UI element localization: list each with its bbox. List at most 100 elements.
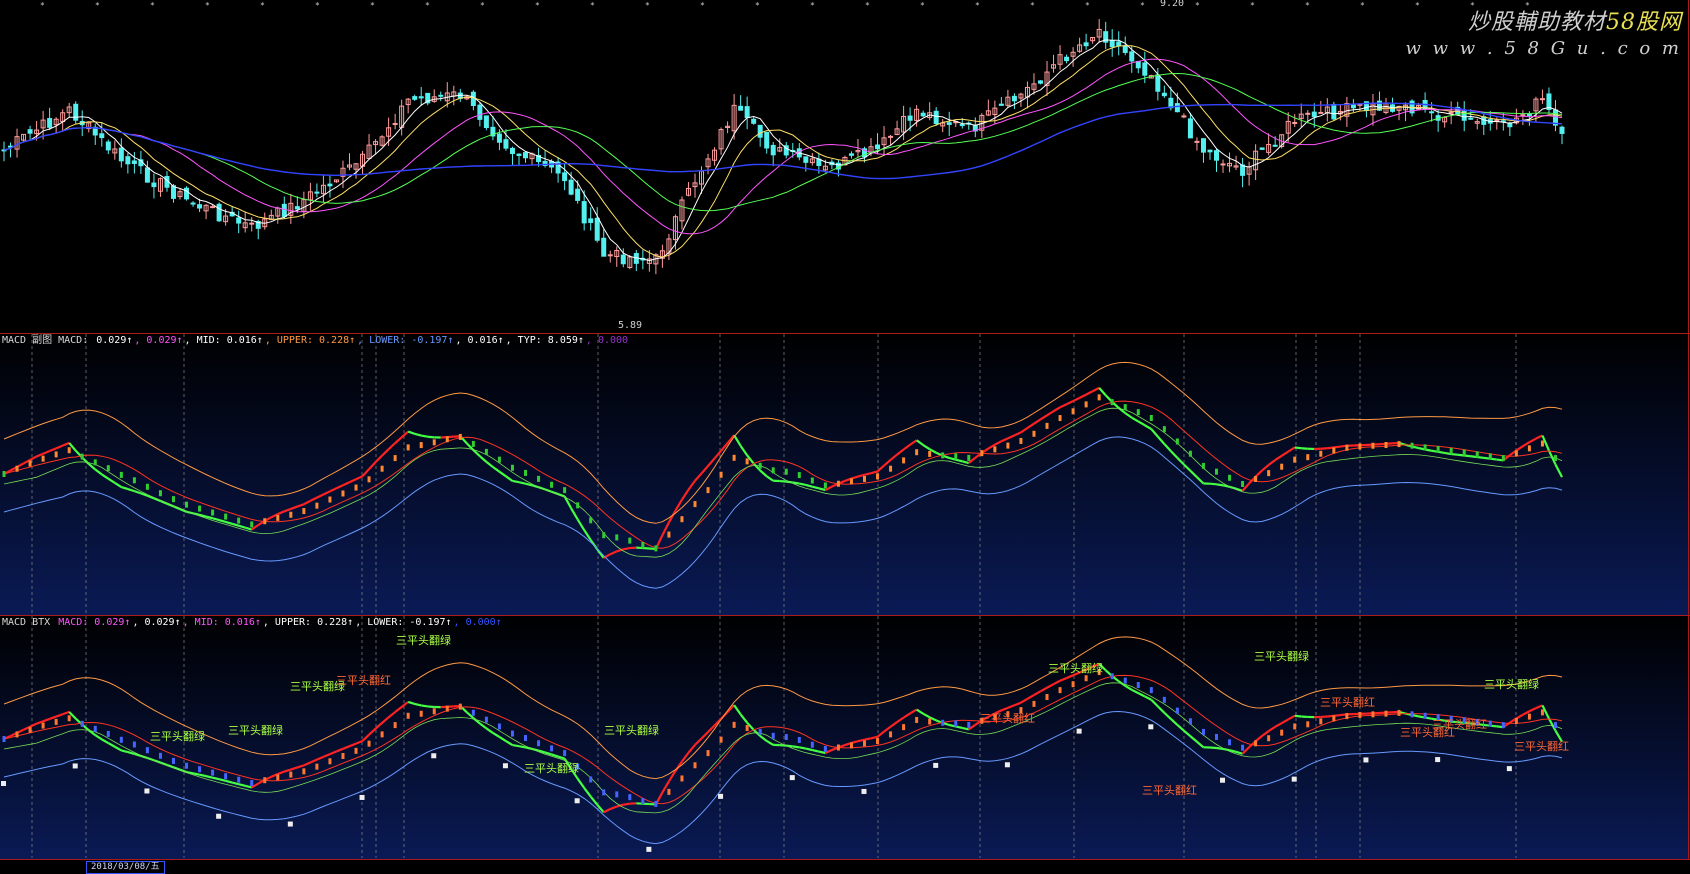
indicator-bar [289,772,292,778]
indicator-bar [511,731,514,737]
axis-tick: * [590,1,595,10]
axis-tick: * [40,1,45,10]
candle-body [1065,57,1069,60]
indicator-bar [967,455,970,461]
indicator-bar [198,766,201,772]
indicator-bar [1150,415,1153,421]
low-price-label: 5.89 [618,320,642,331]
indicator-bar [1098,394,1101,400]
indicator-bar [55,451,58,457]
indicator-value: MACD 副图 MACD: [2,335,94,346]
axis-tick: * [975,1,980,10]
candle-body [237,218,241,223]
signal-label: 三平头翻红 [980,710,1035,726]
axis-tick: * [535,1,540,10]
candle-body [393,124,397,125]
indicator-bar [1476,451,1479,457]
macd-line-segment [415,704,422,706]
macd-line-segment [421,436,428,437]
indicator-bar [237,518,240,524]
macd-panel1-bg [0,333,1690,615]
indicator-bar [1319,451,1322,457]
indicator-bar [472,441,475,447]
signal-label: 三平头翻绿 [228,722,283,738]
candle-body [960,125,964,126]
candle-body [1084,43,1088,46]
signal-label: 三平头翻绿 [396,632,451,648]
axis-tick: * [865,1,870,10]
square-marker [1507,766,1512,771]
indicator-bar [1046,423,1049,429]
indicator-bar [1502,455,1505,461]
indicator-bar [1059,415,1062,421]
candle-body [921,113,925,116]
indicator-bar [433,439,436,445]
macd-line-segment [1334,447,1341,448]
indicator-bar [680,775,683,781]
indicator-bar [563,750,566,756]
square-marker [1292,777,1297,782]
chart-canvas[interactable]: **************************** [0,0,1690,873]
indicator-bar [602,789,605,795]
watermark: 炒股輔助教材58股网 w w w . 5 8 G u . c o m [1406,4,1682,59]
indicator-bar [1189,718,1192,724]
indicator-bar [1528,714,1531,720]
indicator-bar [772,467,775,473]
time-axis[interactable] [0,860,1690,873]
candle-body [504,140,508,149]
indicator-bar [446,706,449,712]
indicator-bar [433,708,436,714]
macd-line-segment [206,776,213,778]
indicator-bar [446,436,449,442]
indicator-bar [498,723,501,729]
indicator-bar [107,465,110,471]
indicator-bar [1437,446,1440,452]
indicator-bar [1489,453,1492,459]
candle-body [1130,52,1134,61]
candle-body [1123,46,1127,53]
candle-body [28,130,32,133]
indicator-bar [902,724,905,730]
macd-line-segment [1210,484,1217,485]
square-marker [503,763,508,768]
candle-body [517,154,521,155]
candle-body [1273,145,1277,146]
indicator-bar [3,471,6,477]
indicator-bar [172,758,175,764]
candle-body [1332,104,1336,118]
candle-body [1430,112,1434,113]
indicator-bar [1228,739,1231,745]
candle-body [595,218,599,240]
signal-label: 三平头翻红 [1514,738,1569,754]
indicator-bar [537,476,540,482]
indicator-bar [341,490,344,496]
indicator-bar [498,457,501,463]
indicator-bar [1215,734,1218,740]
candle-body [999,104,1003,105]
candle-body [1312,112,1316,117]
indicator-bar [1046,694,1049,700]
axis-tick: * [1140,1,1145,10]
indicator-bar [733,455,736,461]
indicator-bar [381,466,384,472]
indicator-bar [1176,439,1179,445]
indicator-bar [224,773,227,779]
indicator-bar [1384,711,1387,717]
indicator-bar [980,450,983,456]
indicator-bar [941,452,944,458]
indicator-bar [967,722,970,728]
axis-tick: * [370,1,375,10]
indicator-bar [16,466,19,472]
indicator-bar [641,798,644,804]
candle-body [315,192,319,193]
indicator-bar [355,748,358,754]
indicator-bar [1306,721,1309,727]
signal-label: 三平头翻绿 [1484,676,1539,692]
candle-body [1241,165,1245,175]
candle-body [1162,93,1166,95]
indicator-bar [863,740,866,746]
candle-body [621,255,625,264]
indicator-value: , UPPER: 0.228↑ [263,617,353,628]
axis-tick: * [205,1,210,10]
axis-tick: * [1085,1,1090,10]
